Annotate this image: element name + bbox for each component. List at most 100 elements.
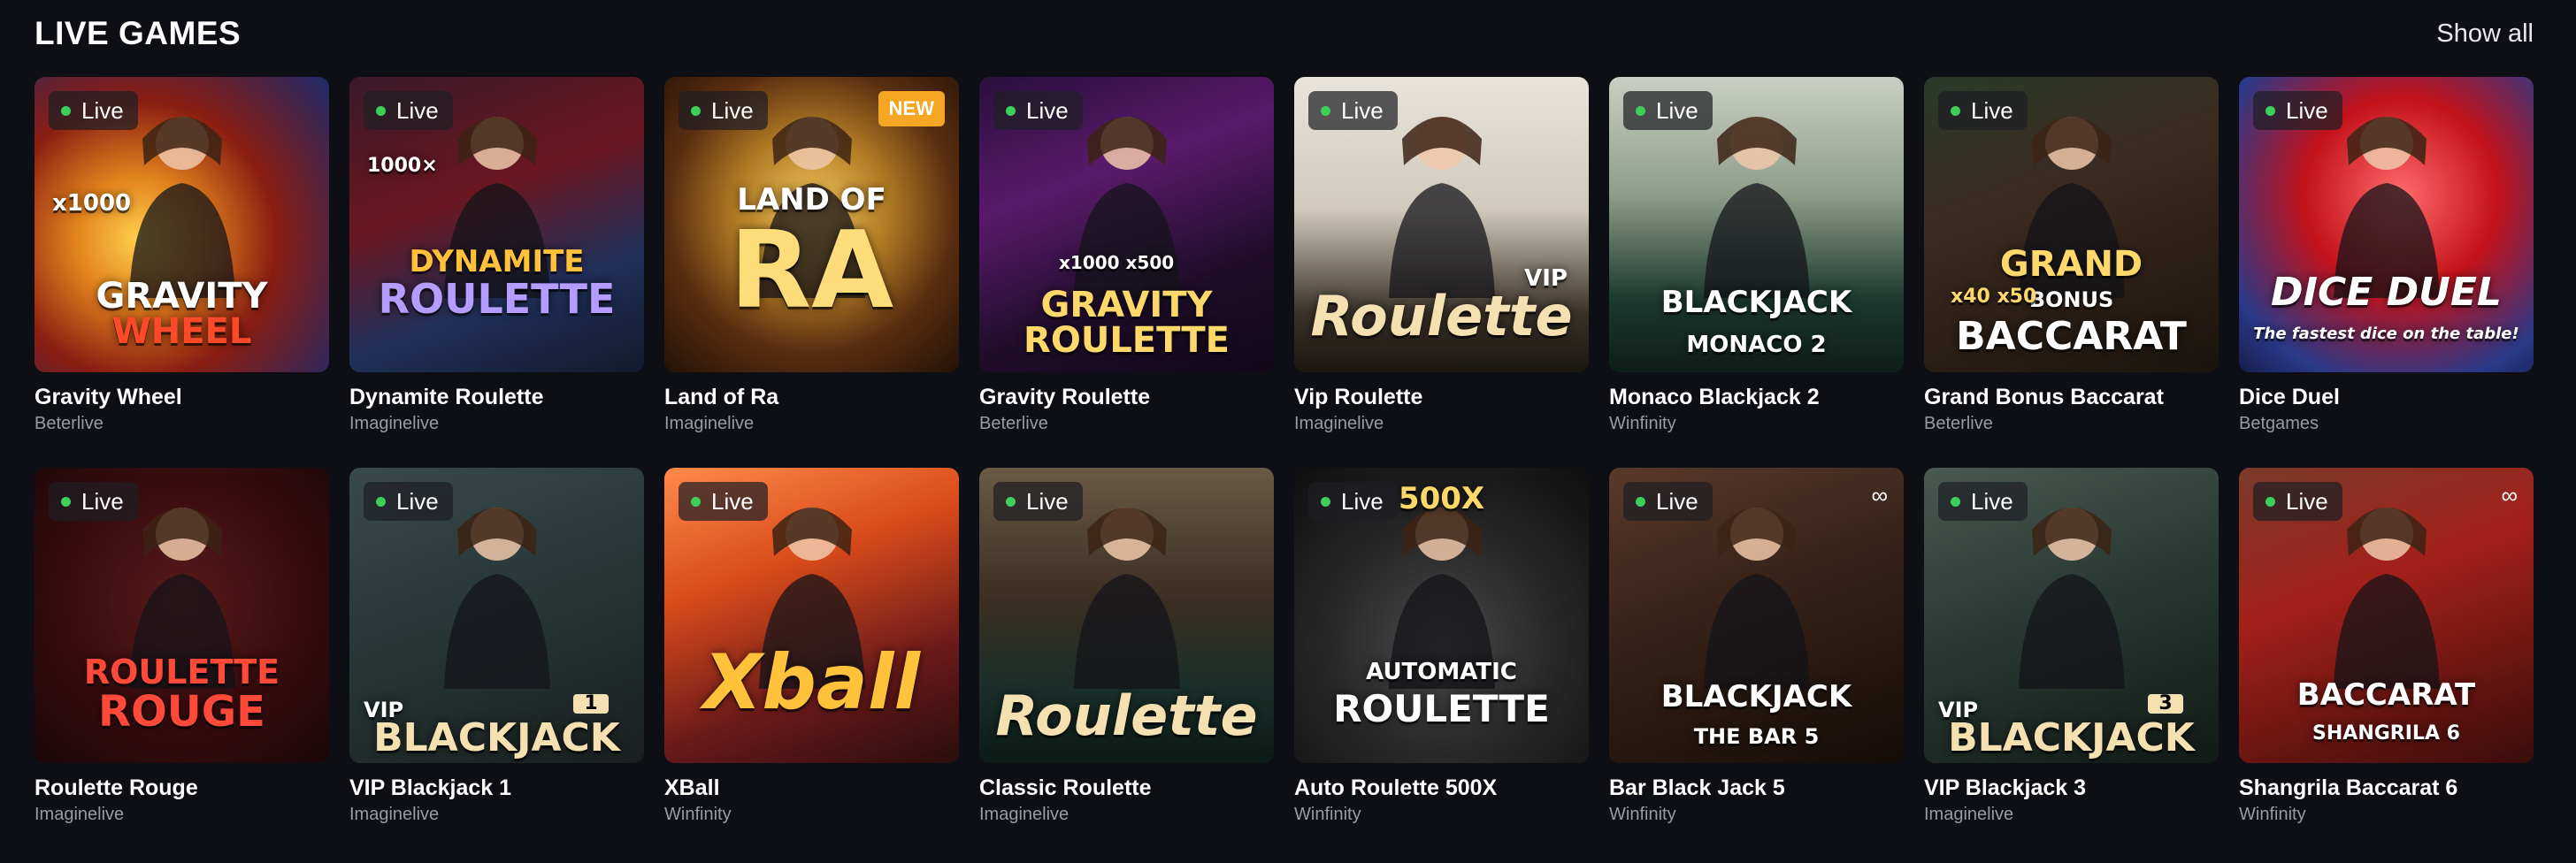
game-name[interactable]: Grand Bonus Baccarat: [1924, 385, 2219, 410]
game-card[interactable]: Xball Live XBall Winfinity: [664, 468, 959, 825]
game-card[interactable]: Roulette Live Classic Roulette Imaginelive: [979, 468, 1274, 825]
section-title: LIVE GAMES: [34, 15, 242, 51]
game-card[interactable]: LAND OF RA Live NEW Land of Ra Imaginelive: [664, 77, 959, 434]
game-card[interactable]: BACCARAT SHANGRILA 6 Live ∞ Shangrila Baccar…: [2239, 468, 2534, 825]
game-name[interactable]: VIP Blackjack 1: [349, 775, 644, 801]
live-label: Live: [711, 487, 754, 515]
live-games-section: LIVE GAMES Show all GRAVITY WHEEL x1000 Liv…: [0, 0, 2576, 863]
game-card[interactable]: VIP Roulette Live Vip Roulette Imaginelive: [1294, 77, 1589, 434]
game-card[interactable]: DICE DUEL The fastest dice on the table! L…: [2239, 77, 2534, 434]
game-thumbnail[interactable]: LAND OF RA Live NEW: [664, 77, 959, 372]
live-dot-icon: [61, 496, 71, 507]
game-provider: Imaginelive: [34, 805, 125, 824]
game-card[interactable]: 500X AUTOMATIC ROULETTE Live Auto Roulette 5…: [1294, 468, 1589, 825]
live-badge: Live: [1623, 91, 1713, 130]
game-provider: Winfinity: [1294, 805, 1361, 824]
game-provider: Winfinity: [664, 805, 732, 824]
game-name[interactable]: Roulette Rouge: [34, 775, 329, 801]
live-label: Live: [1971, 96, 2013, 124]
artwork-text: BLACKJACK: [373, 715, 620, 760]
new-badge: NEW: [878, 91, 945, 126]
game-card[interactable]: DYNAMITE ROULETTE 1000× Live Dynamite Roulet…: [349, 77, 644, 434]
live-dot-icon: [1636, 105, 1645, 116]
game-name[interactable]: Monaco Blackjack 2: [1609, 385, 1904, 410]
game-thumbnail[interactable]: GRAVITY WHEEL x1000 Live: [34, 77, 329, 372]
game-thumbnail[interactable]: 500X AUTOMATIC ROULETTE Live: [1294, 468, 1589, 763]
game-card[interactable]: VIP BLACKJACK 1 Live VIP Blackjack 1 Imaginel…: [349, 468, 644, 825]
game-card[interactable]: GRAND BONUS BACCARAT x40 x50 Live Grand Bonus…: [1924, 77, 2219, 434]
game-name[interactable]: XBall: [664, 775, 959, 801]
game-thumbnail[interactable]: GRAVITY ROULETTE x1000 x500 Live: [979, 77, 1274, 372]
game-thumbnail[interactable]: BLACKJACK MONACO 2 Live: [1609, 77, 1904, 372]
artwork-text: THE BAR 5: [1693, 724, 1820, 749]
game-provider: Betgames: [2239, 414, 2319, 433]
live-dot-icon: [691, 105, 701, 116]
live-dot-icon: [61, 105, 71, 116]
artwork-text: Roulette: [995, 684, 1258, 748]
game-provider: Beterlive: [34, 414, 104, 433]
artwork-text: AUTOMATIC: [1366, 659, 1517, 685]
games-grid: GRAVITY WHEEL x1000 Live Gravity Wheel Beterl…: [34, 77, 2534, 825]
artwork-text: DYNAMITE: [409, 244, 585, 279]
game-thumbnail[interactable]: DICE DUEL The fastest dice on the table! L…: [2239, 77, 2534, 372]
artwork-text: Xball: [703, 638, 920, 727]
game-name[interactable]: Dynamite Roulette: [349, 385, 644, 410]
game-card[interactable]: BLACKJACK THE BAR 5 Live ∞ Bar Black Jack 5 W…: [1609, 468, 1904, 825]
game-thumbnail[interactable]: ROULETTE ROUGE Live: [34, 468, 329, 763]
artwork-text: 1: [573, 694, 609, 714]
game-thumbnail[interactable]: DYNAMITE ROULETTE 1000× Live: [349, 77, 644, 372]
game-card[interactable]: VIP BLACKJACK 3 Live VIP Blackjack 3 Imaginel…: [1924, 468, 2219, 825]
game-provider: Imaginelive: [979, 805, 1070, 824]
game-card[interactable]: ROULETTE ROUGE Live Roulette Rouge Imagineli…: [34, 468, 329, 825]
dealer-figure: [1376, 103, 1508, 302]
game-thumbnail[interactable]: BACCARAT SHANGRILA 6 Live ∞: [2239, 468, 2534, 763]
live-dot-icon: [1951, 105, 1960, 116]
game-provider: Imaginelive: [349, 805, 440, 824]
artwork-text: BACCARAT: [2296, 677, 2476, 713]
game-name[interactable]: Classic Roulette: [979, 775, 1274, 801]
game-thumbnail[interactable]: GRAND BONUS BACCARAT x40 x50 Live: [1924, 77, 2219, 372]
live-badge: Live: [2253, 482, 2342, 521]
game-provider: Winfinity: [1609, 805, 1676, 824]
game-name[interactable]: Vip Roulette: [1294, 385, 1589, 410]
artwork-text: Roulette: [1310, 284, 1573, 348]
game-card[interactable]: GRAVITY WHEEL x1000 Live Gravity Wheel Beterl…: [34, 77, 329, 434]
live-dot-icon: [2266, 496, 2275, 507]
game-name[interactable]: Gravity Wheel: [34, 385, 329, 410]
live-dot-icon: [1951, 496, 1960, 507]
multiplier-label: x1000 x500: [1059, 252, 1175, 273]
show-all-link[interactable]: Show all: [2436, 19, 2534, 49]
game-name[interactable]: Auto Roulette 500X: [1294, 775, 1589, 801]
game-provider: Winfinity: [2239, 805, 2306, 824]
dealer-figure: [1061, 494, 1193, 693]
game-thumbnail[interactable]: Roulette Live: [979, 468, 1274, 763]
live-label: Live: [1656, 487, 1698, 515]
live-badge: Live: [2253, 91, 2342, 130]
live-badge: Live: [678, 91, 768, 130]
game-name[interactable]: Dice Duel: [2239, 385, 2534, 410]
multiplier-label: 1000×: [367, 155, 438, 177]
artwork-text: BLACKJACK: [1660, 285, 1852, 320]
dealer-figure: [2320, 494, 2453, 693]
game-thumbnail[interactable]: BLACKJACK THE BAR 5 Live ∞: [1609, 468, 1904, 763]
artwork-text: ROULETTE: [378, 275, 616, 323]
game-thumbnail[interactable]: Xball Live: [664, 468, 959, 763]
game-name[interactable]: Land of Ra: [664, 385, 959, 410]
live-label: Live: [2286, 96, 2328, 124]
live-badge: Live: [49, 91, 138, 130]
game-card[interactable]: BLACKJACK MONACO 2 Live Monaco Blackjack 2 W…: [1609, 77, 1904, 434]
game-name[interactable]: VIP Blackjack 3: [1924, 775, 2219, 801]
live-dot-icon: [1006, 496, 1016, 507]
live-badge: Live: [1938, 91, 2028, 130]
game-name[interactable]: Bar Black Jack 5: [1609, 775, 1904, 801]
game-thumbnail[interactable]: VIP Roulette Live: [1294, 77, 1589, 372]
artwork-text: BACCARAT: [1956, 314, 2187, 359]
game-provider: Imaginelive: [349, 414, 440, 433]
game-name[interactable]: Shangrila Baccarat 6: [2239, 775, 2534, 801]
game-name[interactable]: Gravity Roulette: [979, 385, 1274, 410]
live-badge: Live: [1308, 482, 1398, 521]
dealer-figure: [1690, 103, 1823, 302]
game-card[interactable]: GRAVITY ROULETTE x1000 x500 Live Gravity Rou…: [979, 77, 1274, 434]
game-thumbnail[interactable]: VIP BLACKJACK 1 Live: [349, 468, 644, 763]
game-thumbnail[interactable]: VIP BLACKJACK 3 Live: [1924, 468, 2219, 763]
